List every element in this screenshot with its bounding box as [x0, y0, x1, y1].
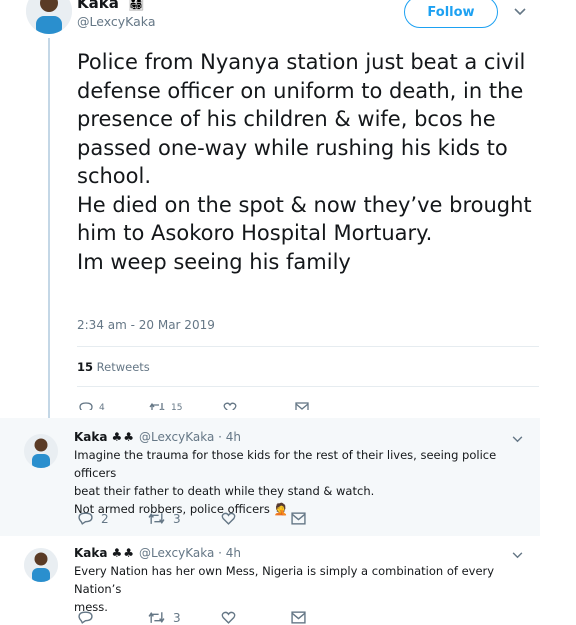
avatar[interactable] — [24, 548, 58, 582]
tweet-text: Police from Nyanya station just beat a c… — [77, 50, 532, 274]
tweet-timestamp[interactable]: 2:34 am - 20 Mar 2019 — [77, 318, 215, 332]
chevron-down-icon[interactable] — [512, 552, 523, 559]
reply-action[interactable]: 4 — [79, 401, 105, 410]
like-action[interactable] — [223, 401, 237, 410]
like-action[interactable] — [221, 511, 236, 526]
reply-action[interactable] — [78, 610, 93, 625]
reply-action[interactable]: 2 — [78, 511, 109, 526]
reply-icon — [78, 611, 93, 624]
reply-author[interactable]: Kaka ♣♣ @LexcyKaka · 4h — [74, 430, 241, 444]
tweet-actions: 4 15 — [77, 398, 377, 410]
follow-button[interactable]: Follow — [404, 0, 498, 28]
retweet-action-count: 15 — [171, 403, 183, 410]
like-icon — [221, 512, 236, 525]
divider — [77, 346, 539, 347]
author-name-text: Kaka — [77, 0, 119, 12]
author-name[interactable]: Kaka 👨‍👩‍👧‍👦 — [77, 0, 145, 12]
dm-icon — [291, 512, 306, 525]
reply-text: Every Nation has her own Mess, Nigeria i… — [74, 562, 534, 616]
thread-line — [48, 38, 50, 433]
retweet-action[interactable]: 15 — [149, 401, 182, 410]
chevron-down-icon[interactable] — [512, 436, 523, 443]
retweet-icon — [148, 612, 165, 623]
author-emoji: 👨‍👩‍👧‍👦 — [128, 0, 146, 12]
chevron-down-icon[interactable] — [514, 8, 526, 16]
reply-text-line: Every Nation has her own Mess, Nigeria i… — [74, 564, 495, 596]
reply-tweet[interactable]: Kaka ♣♣ @LexcyKaka · 4h Every Nation has h… — [0, 536, 540, 625]
divider — [77, 386, 539, 387]
reply-author[interactable]: Kaka ♣♣ @LexcyKaka · 4h — [74, 546, 241, 560]
reply-author-emoji: ♣♣ — [111, 430, 135, 444]
reply-author-emoji: ♣♣ — [111, 546, 135, 560]
retweet-stats-label: Retweets — [96, 360, 150, 374]
reply-author-handle: @LexcyKaka · 4h — [139, 430, 242, 444]
reply-count: 2 — [101, 511, 109, 526]
retweet-action[interactable]: 3 — [148, 610, 181, 625]
retweet-stats[interactable]: 15 Retweets — [77, 360, 150, 374]
avatar[interactable] — [26, 0, 72, 34]
like-icon — [223, 402, 237, 410]
retweet-action[interactable]: 3 — [148, 511, 181, 526]
dm-action[interactable] — [291, 610, 306, 625]
dm-action[interactable] — [291, 511, 306, 526]
reply-author-name: Kaka — [74, 546, 108, 560]
retweet-icon — [149, 402, 165, 410]
like-icon — [221, 611, 236, 624]
retweet-count: 15 — [77, 360, 94, 374]
reply-author-handle: @LexcyKaka · 4h — [139, 546, 242, 560]
like-action[interactable] — [221, 610, 236, 625]
author-handle[interactable]: @LexcyKaka — [77, 14, 155, 29]
dm-action[interactable] — [295, 401, 309, 410]
retweet-count: 3 — [173, 511, 181, 526]
avatar[interactable] — [24, 434, 58, 468]
dm-icon — [295, 402, 309, 410]
reply-icon — [79, 402, 93, 410]
reply-author-name: Kaka — [74, 430, 108, 444]
dm-icon — [291, 611, 306, 624]
reply-text-line: beat their father to death while they st… — [74, 484, 375, 498]
reply-tweet[interactable]: Kaka ♣♣ @LexcyKaka · 4h Imagine the trauma… — [0, 418, 540, 536]
retweet-icon — [148, 513, 165, 524]
reply-text-line: Imagine the trauma for those kids for th… — [74, 448, 497, 480]
reply-count: 4 — [99, 403, 105, 410]
reply-text: Imagine the trauma for those kids for th… — [74, 446, 534, 518]
reply-icon — [78, 512, 93, 525]
retweet-count: 3 — [173, 610, 181, 625]
